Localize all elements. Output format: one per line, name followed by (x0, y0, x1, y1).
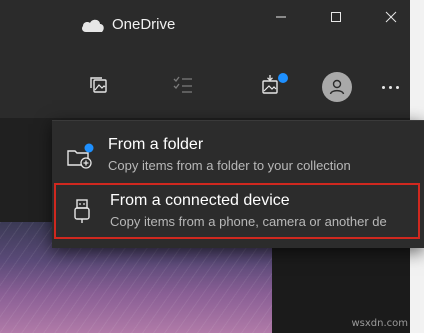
menu-item-title: From a folder (108, 136, 204, 153)
close-icon (385, 11, 397, 23)
menu-item-title: From a connected device (110, 192, 290, 209)
import-menu: From a folder Copy items from a folder t… (52, 120, 424, 248)
minimize-button[interactable] (266, 6, 296, 28)
minimize-icon (276, 16, 286, 18)
more-options-button[interactable] (376, 76, 404, 98)
usb-device-icon (74, 199, 90, 223)
more-icon (381, 85, 385, 89)
folder-add-icon (67, 143, 94, 169)
maximize-icon (331, 12, 341, 22)
cloud-icon (82, 19, 104, 32)
select-button[interactable] (166, 68, 200, 102)
menu-item-from-folder[interactable]: From a folder Copy items from a folder t… (52, 127, 424, 183)
watermark: wsxdn.com (351, 318, 408, 329)
title-bar: OneDrive (0, 0, 410, 52)
import-button[interactable] (254, 68, 288, 102)
notification-badge (278, 73, 288, 83)
photos-icon (90, 77, 107, 93)
account-button[interactable] (322, 72, 352, 102)
more-icon (388, 85, 392, 89)
menu-item-from-device[interactable]: From a connected device Copy items from … (54, 183, 420, 239)
menu-item-description: Copy items from a folder to your collect… (108, 158, 351, 173)
checklist-icon (173, 76, 192, 93)
account-icon (329, 79, 345, 95)
maximize-button[interactable] (321, 6, 351, 28)
close-button[interactable] (376, 6, 406, 28)
photos-button[interactable] (82, 68, 116, 102)
app-title: OneDrive (112, 16, 176, 33)
more-icon (395, 85, 399, 89)
menu-item-description: Copy items from a phone, camera or anoth… (110, 214, 387, 229)
